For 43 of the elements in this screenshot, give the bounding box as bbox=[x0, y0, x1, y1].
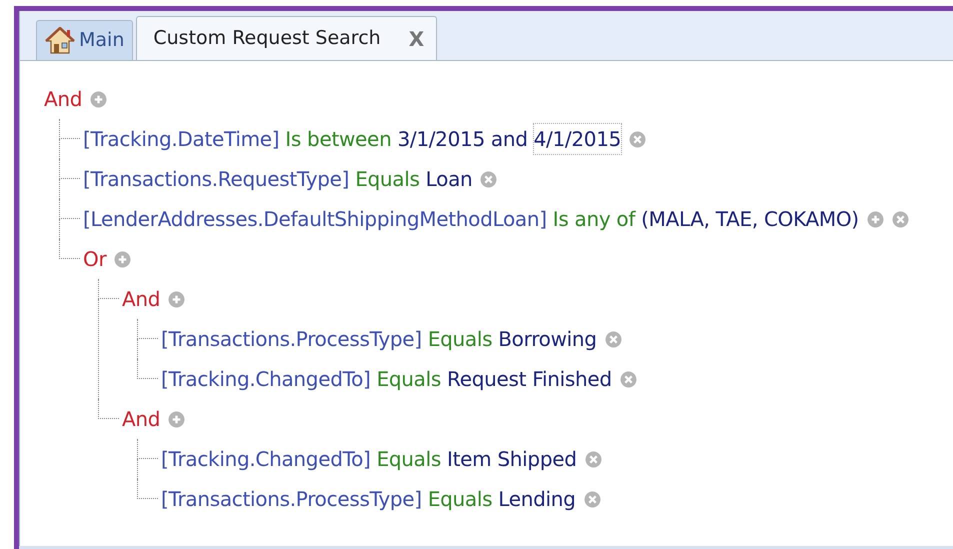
remove-icon[interactable] bbox=[892, 210, 909, 228]
operator[interactable]: Equals bbox=[376, 364, 442, 394]
add-icon[interactable] bbox=[168, 410, 186, 428]
value-text[interactable]: 4/1/2015 bbox=[534, 124, 622, 154]
value-text[interactable]: (MALA, TAE, COKAMO) bbox=[641, 204, 859, 234]
value-text[interactable]: 3/1/2015 bbox=[397, 124, 485, 154]
joiner-text: and bbox=[490, 126, 528, 153]
value-text[interactable]: Lending bbox=[498, 484, 576, 514]
field-name[interactable]: [Tracking.ChangedTo] bbox=[161, 444, 371, 474]
remove-icon[interactable] bbox=[629, 130, 646, 148]
field-name[interactable]: [Transactions.RequestType] bbox=[83, 164, 350, 194]
add-icon[interactable] bbox=[866, 210, 884, 228]
value-text[interactable]: Request Finished bbox=[447, 364, 612, 394]
field-name[interactable]: [LenderAddresses.DefaultShippingMethodLoan] bbox=[83, 204, 547, 234]
group-operator[interactable]: And bbox=[122, 404, 160, 434]
close-icon[interactable]: X bbox=[408, 24, 424, 54]
value-text[interactable]: Borrowing bbox=[498, 324, 597, 354]
add-icon[interactable] bbox=[90, 90, 108, 108]
field-name[interactable]: [Tracking.ChangedTo] bbox=[161, 364, 371, 394]
add-icon[interactable] bbox=[168, 290, 186, 308]
tab[interactable]: Main bbox=[36, 20, 134, 60]
field-name[interactable]: [Transactions.ProcessType] bbox=[161, 484, 422, 514]
remove-icon[interactable] bbox=[604, 330, 622, 348]
value-text[interactable]: Loan bbox=[426, 164, 472, 194]
field-name[interactable]: [Tracking.DateTime] bbox=[83, 124, 280, 154]
operator[interactable]: Is between bbox=[285, 124, 392, 154]
group-operator[interactable]: Or bbox=[83, 244, 106, 274]
operator[interactable]: Equals bbox=[428, 324, 492, 354]
operator[interactable]: Equals bbox=[428, 484, 492, 514]
add-icon[interactable] bbox=[114, 250, 132, 268]
value-text[interactable]: Item Shipped bbox=[447, 444, 577, 474]
tab[interactable]: Custom Request Search X bbox=[136, 16, 438, 60]
operator[interactable]: Is any of bbox=[552, 204, 636, 234]
operator[interactable]: Equals bbox=[376, 444, 442, 474]
remove-icon[interactable] bbox=[584, 450, 602, 468]
house-icon bbox=[45, 26, 75, 54]
remove-icon[interactable] bbox=[480, 170, 498, 188]
remove-icon[interactable] bbox=[620, 370, 637, 388]
remove-icon[interactable] bbox=[584, 490, 601, 508]
group-operator[interactable]: And bbox=[122, 284, 160, 314]
field-name[interactable]: [Transactions.ProcessType] bbox=[161, 324, 422, 354]
group-operator[interactable]: And bbox=[44, 84, 82, 114]
operator[interactable]: Equals bbox=[355, 164, 420, 194]
